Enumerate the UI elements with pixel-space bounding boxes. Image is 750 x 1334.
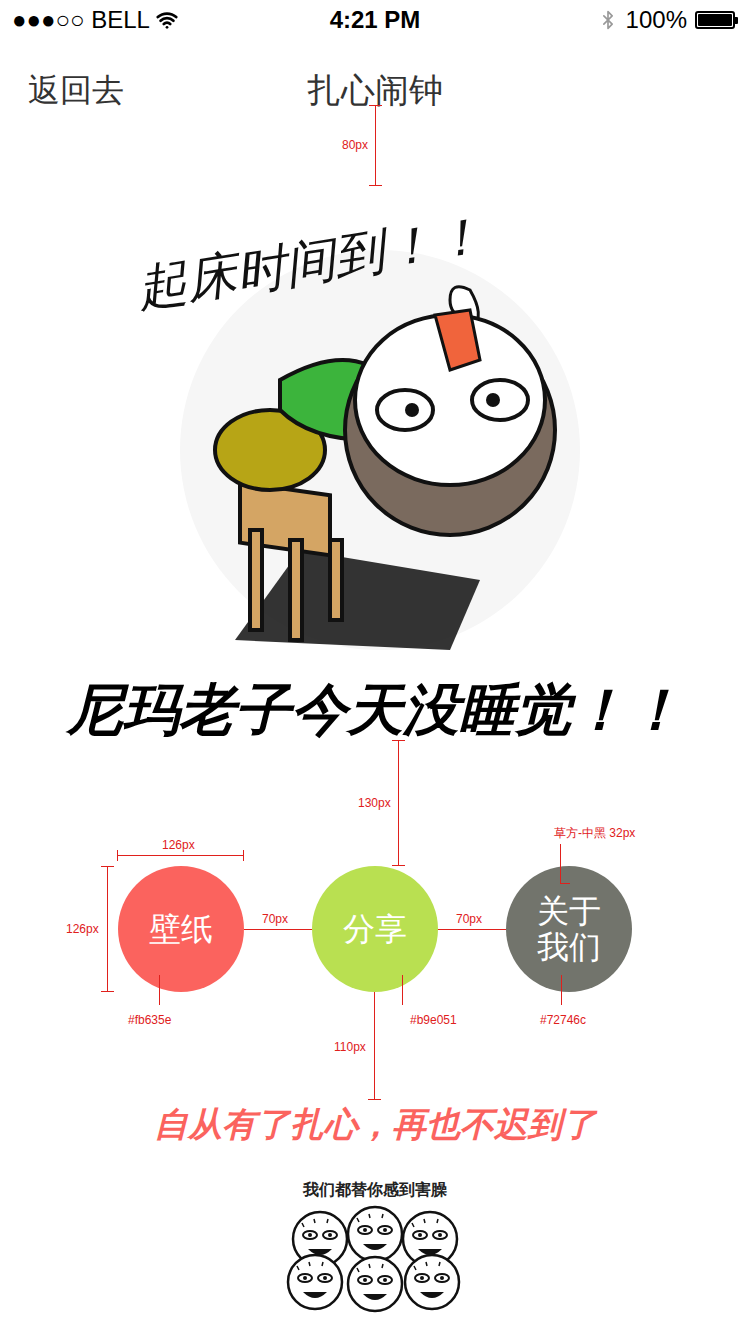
app-screen: ●●●○○ BELL4:21 PM100%返回去扎心闹钟80px起床时间到！！尼… bbox=[0, 0, 750, 1334]
back-button[interactable]: 返回去 bbox=[28, 66, 124, 114]
font-note: 草方-中黑 32px bbox=[554, 826, 635, 840]
color-note: #fb635e bbox=[128, 1013, 171, 1027]
face-icon bbox=[288, 1255, 342, 1309]
color-note: #b9e051 bbox=[410, 1013, 457, 1027]
face-icon bbox=[348, 1257, 402, 1311]
battery-level: 100% bbox=[626, 2, 687, 38]
round-button[interactable]: 壁纸 bbox=[118, 866, 244, 992]
status-bar: ●●●○○ BELL 4:21 PM 100% bbox=[0, 0, 750, 40]
gap-note: 70px bbox=[262, 912, 288, 926]
buttons-section: 130px 草方-中黑 32px 126px 126px 70px 70px 110px #f… bbox=[0, 740, 750, 1100]
battery-icon bbox=[695, 11, 738, 29]
color-note: #72746c bbox=[540, 1013, 586, 1027]
gap-note: 110px bbox=[334, 1040, 366, 1054]
illustration-section: 80px起床时间到！！ bbox=[0, 140, 750, 650]
headline: 尼玛老子今天没睡觉！！ bbox=[67, 678, 683, 740]
gap-note: 130px bbox=[358, 796, 391, 810]
size-note: 126px bbox=[66, 922, 99, 936]
slogan: 自从有了扎心，再也不迟到了 bbox=[154, 1102, 596, 1160]
carrier: ●●●○○ BELL bbox=[12, 2, 150, 38]
footer: 我们都替你感到害臊 bbox=[0, 1160, 750, 1314]
size-note: 126px bbox=[162, 838, 195, 852]
wifi-icon bbox=[156, 9, 178, 31]
button-row: 壁纸分享关于我们 bbox=[0, 866, 750, 992]
face-icon bbox=[405, 1255, 459, 1309]
faces-illustration bbox=[280, 1204, 470, 1314]
gap-note: 70px bbox=[456, 912, 482, 926]
clock: 4:21 PM bbox=[330, 2, 421, 38]
bluetooth-icon bbox=[598, 10, 618, 30]
headline-section: 尼玛老子今天没睡觉！！ bbox=[0, 650, 750, 740]
round-button[interactable]: 分享 bbox=[312, 866, 438, 992]
round-button[interactable]: 关于我们 bbox=[506, 866, 632, 992]
footer-caption: 我们都替你感到害臊 bbox=[303, 1180, 447, 1200]
face-icon bbox=[348, 1207, 402, 1261]
gap-note: 80px bbox=[342, 138, 368, 152]
slogan-section: 自从有了扎心，再也不迟到了 bbox=[0, 1100, 750, 1160]
